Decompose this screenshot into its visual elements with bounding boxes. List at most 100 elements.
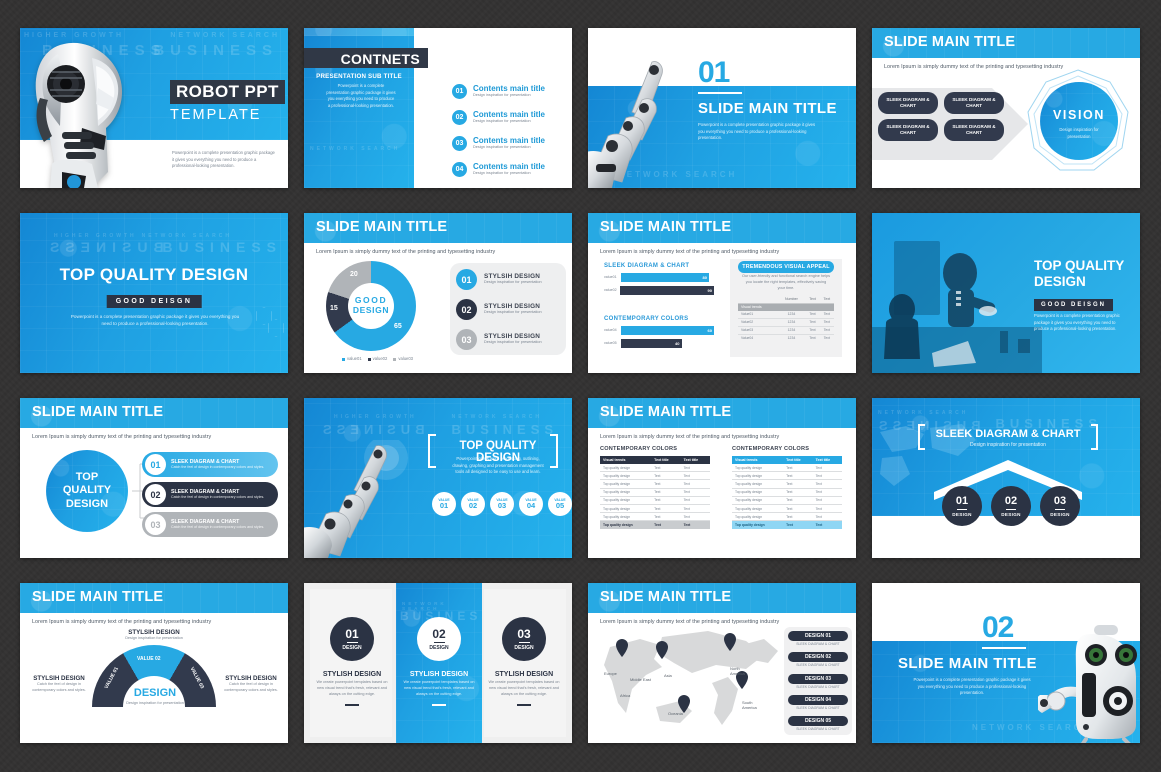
table-cell: Top quality design xyxy=(603,523,633,528)
contents-item[interactable]: 01 Contents main title Design inspiratio… xyxy=(452,84,545,99)
map-pins xyxy=(616,633,748,713)
vision-box[interactable]: SLEEK DIAGRAM & CHART xyxy=(878,92,938,114)
map-legend-item[interactable]: DESIGN 03 SLEEK DIAGRAM & CHART xyxy=(788,673,848,690)
value-badge-number: 01 xyxy=(439,501,449,511)
table-cell: Text xyxy=(812,488,842,497)
slide-thumbnail-tables[interactable]: SLIDE MAIN TITLE Lorem Ipsum is simply d… xyxy=(588,398,856,558)
contents-subtitle: PRESENTATION SUB TITLE xyxy=(316,73,402,80)
bracket-left xyxy=(428,434,430,468)
slide-thumbnail-top-quality-blue[interactable]: HIGHER GROWTH NETWORK SEARCH BUSINESS BU… xyxy=(20,213,288,373)
column-panel-1[interactable] xyxy=(310,589,392,737)
bar-category: value05 xyxy=(604,340,617,345)
column-title: STYLISH DESIGN xyxy=(322,671,382,678)
contents-item[interactable]: 04 Contents main title Design inspiratio… xyxy=(452,162,545,177)
contents-item[interactable]: 02 Contents main title Design inspiratio… xyxy=(452,110,545,125)
slide-thumbnail-contents[interactable]: CONTNETS PRESENTATION SUB TITLE Powerpoi… xyxy=(304,28,572,188)
table-cell: Text xyxy=(805,318,820,327)
circle-line-2: QUALITY xyxy=(62,484,112,497)
map-label-asia: Asia xyxy=(664,673,672,678)
map-legend-item[interactable]: DESIGN 01 SLEEK DIAGRAM & CHART xyxy=(788,631,848,647)
map-label-north-america: North America xyxy=(730,666,745,676)
slide-thumbnail-section-01[interactable]: NETWORK SEARCH 01 SLIDE MAIN TITLE Power… xyxy=(588,28,856,188)
bracket-right-bottom xyxy=(1091,448,1098,450)
stylish-list-item[interactable]: 01 STYLSIH DESIGN Design inspiration for… xyxy=(456,269,542,290)
column-number: 01 xyxy=(345,626,359,641)
tech-background-top xyxy=(304,28,414,36)
semicircle-callout-top: STYLSIH DESIGN Design inspiration for pr… xyxy=(108,629,200,642)
slide-thumbnail-bar-chart[interactable]: SLIDE MAIN TITLE Lorem Ipsum is simply d… xyxy=(588,213,856,373)
data-table: Number Text Text Visual trends Value01 1… xyxy=(738,295,834,342)
legend-title: DESIGN 03 xyxy=(788,673,848,684)
table-cell: Top quality design xyxy=(732,512,784,522)
contents-item-desc: Design inspiration for presentation xyxy=(473,145,531,150)
slide-thumbnail-arrow-circles[interactable]: NETWORK SEARCH BUSINESS BUSINESS SLEEK D… xyxy=(872,398,1140,558)
vision-box[interactable]: SLEEK DIAGRAM & CHART xyxy=(878,118,938,141)
bracket-left xyxy=(918,424,920,450)
slide-thumbnail-top-quality-photo[interactable]: TOP QUALITY DESIGN GOOD DEISGN Powerpoin… xyxy=(872,213,1140,373)
sleek-list-item[interactable]: 02 SLEEK DIAGRAM & CHART Catch the feel … xyxy=(142,482,278,507)
map-legend-item[interactable]: DESIGN 02 SLEEK DIAGRAM & CHART xyxy=(788,652,848,668)
slide-subtitle: Lorem Ipsum is simply dummy text of the … xyxy=(316,249,496,255)
column-circle-2: 02 DESIGN xyxy=(417,617,461,661)
value-badge[interactable]: VALUE 03 xyxy=(490,492,514,516)
map-label-middle-east: Middle East xyxy=(630,677,651,682)
table-cell: Text xyxy=(651,479,681,489)
table-row: Value03 1234 Text Text xyxy=(738,326,834,335)
vision-box[interactable]: SLEEK DIAGRAM & CHART xyxy=(944,92,1004,114)
slide-subtitle: Lorem Ipsum is simply dummy text of the … xyxy=(32,434,212,440)
table-cell: Top quality design xyxy=(735,523,765,528)
legend-desc: SLEEK DIAGRAM & CHART xyxy=(796,705,840,710)
slide-subtitle: Lorem Ipsum is simply dummy text of the … xyxy=(600,249,780,255)
slide-thumbnail-three-columns[interactable]: NETWORK SEARCH BUSINESS 01 DESIGN 02 DES… xyxy=(304,583,572,743)
design-circle[interactable]: 03 DESIGN xyxy=(1040,486,1080,526)
value-badge[interactable]: VALUE 05 xyxy=(548,492,572,516)
contents-item[interactable]: 03 Contents main title Design inspiratio… xyxy=(452,136,545,151)
column-label: DESIGN xyxy=(342,644,362,651)
list-item-number: 02 xyxy=(145,484,166,505)
stylish-list-item[interactable]: 02 STYLSIH DESIGN Design inspiration for… xyxy=(456,299,542,320)
value-badge[interactable]: VALUE 01 xyxy=(432,492,456,516)
design-circle[interactable]: 01 DESIGN xyxy=(942,486,982,526)
contents-item-title: Contents main title xyxy=(473,162,546,172)
slide-thumbnail-section-02[interactable]: NETWORK SEARCH 02 SLIDE MAIN TITLE Power… xyxy=(872,583,1140,743)
stylish-list-item[interactable]: 03 STYLSIH DESIGN Design inspiration for… xyxy=(456,329,542,350)
map-legend-item[interactable]: DESIGN 04 SLEEK DIAGRAM & CHART xyxy=(788,694,848,711)
vision-box[interactable]: SLEEK DIAGRAM & CHART xyxy=(944,118,1004,141)
slide-thumbnail-cover-robot[interactable]: HIGHER GROWTH NETWORK SEARCH BUSINESS BU… xyxy=(20,28,288,188)
column-circle-3: 03 DESIGN xyxy=(502,617,546,661)
table-row: Top quality design Text Text xyxy=(732,471,842,481)
contents-list: 01 Contents main title Design inspiratio… xyxy=(452,84,545,177)
slide-thumbnail-circle-list[interactable]: SLIDE MAIN TITLE Lorem Ipsum is simply d… xyxy=(20,398,288,558)
slide-thumbnail-world-map[interactable]: SLIDE MAIN TITLE Lorem Ipsum is simply d… xyxy=(588,583,856,743)
photo-title-line2: DESIGN xyxy=(1034,274,1086,289)
list-item-desc: Design inspiration for presentation xyxy=(484,310,542,315)
bar-value: 90 xyxy=(707,287,712,293)
column-panel-2[interactable]: NETWORK SEARCH BUSINESS xyxy=(396,583,482,743)
map-label-oceania: Oceania xyxy=(668,711,683,716)
sleek-list-item[interactable]: 03 SLEEK DIAGRAM & CHART Catch the feel … xyxy=(142,512,278,537)
table-cell: Text xyxy=(783,464,813,473)
legend-title: DESIGN 02 xyxy=(788,652,848,663)
contents-item-number: 03 xyxy=(452,136,467,151)
legend-title: DESIGN 05 xyxy=(788,716,848,727)
table-cell: Top quality design xyxy=(732,488,784,497)
list-item-desc: Design inspiration for presentation xyxy=(484,340,542,345)
value-badge[interactable]: VALUE 02 xyxy=(461,492,485,516)
sleek-list-item[interactable]: 01 SLEEK DIAGRAM & CHART Catch the feel … xyxy=(142,452,278,477)
map-legend-item[interactable]: DESIGN 05 SLEEK DIAGRAM & CHART xyxy=(788,716,848,732)
slide-thumbnail-vision[interactable]: SLIDE MAIN TITLE Lorem Ipsum is simply d… xyxy=(872,28,1140,188)
table-header: Text title xyxy=(786,458,801,462)
value-badge[interactable]: VALUE 04 xyxy=(519,492,543,516)
design-circle[interactable]: 02 DESIGN xyxy=(991,486,1031,526)
column-panel-3[interactable] xyxy=(484,589,566,737)
slide-thumbnail-hand-values[interactable]: HIGHER GROWTH NETWORK SEARCH BUSINESS BU… xyxy=(304,398,572,558)
slide-thumbnail-donut-chart[interactable]: SLIDE MAIN TITLE Lorem Ipsum is simply d… xyxy=(304,213,572,373)
column-text-1: STYLISH DESIGN We create powerpoint temp… xyxy=(314,671,390,706)
design-circle-label: DESIGN xyxy=(1050,511,1070,517)
legend-title: DESIGN 01 xyxy=(788,631,848,641)
column-number: 03 xyxy=(517,626,531,641)
slide-thumbnail-semicircle[interactable]: SLIDE MAIN TITLE Lorem Ipsum is simply d… xyxy=(20,583,288,743)
data-table-left: Visual trends Text title Text title Top … xyxy=(600,456,710,530)
table-cell: Top quality design xyxy=(600,479,652,489)
table-header: Text xyxy=(819,295,834,304)
